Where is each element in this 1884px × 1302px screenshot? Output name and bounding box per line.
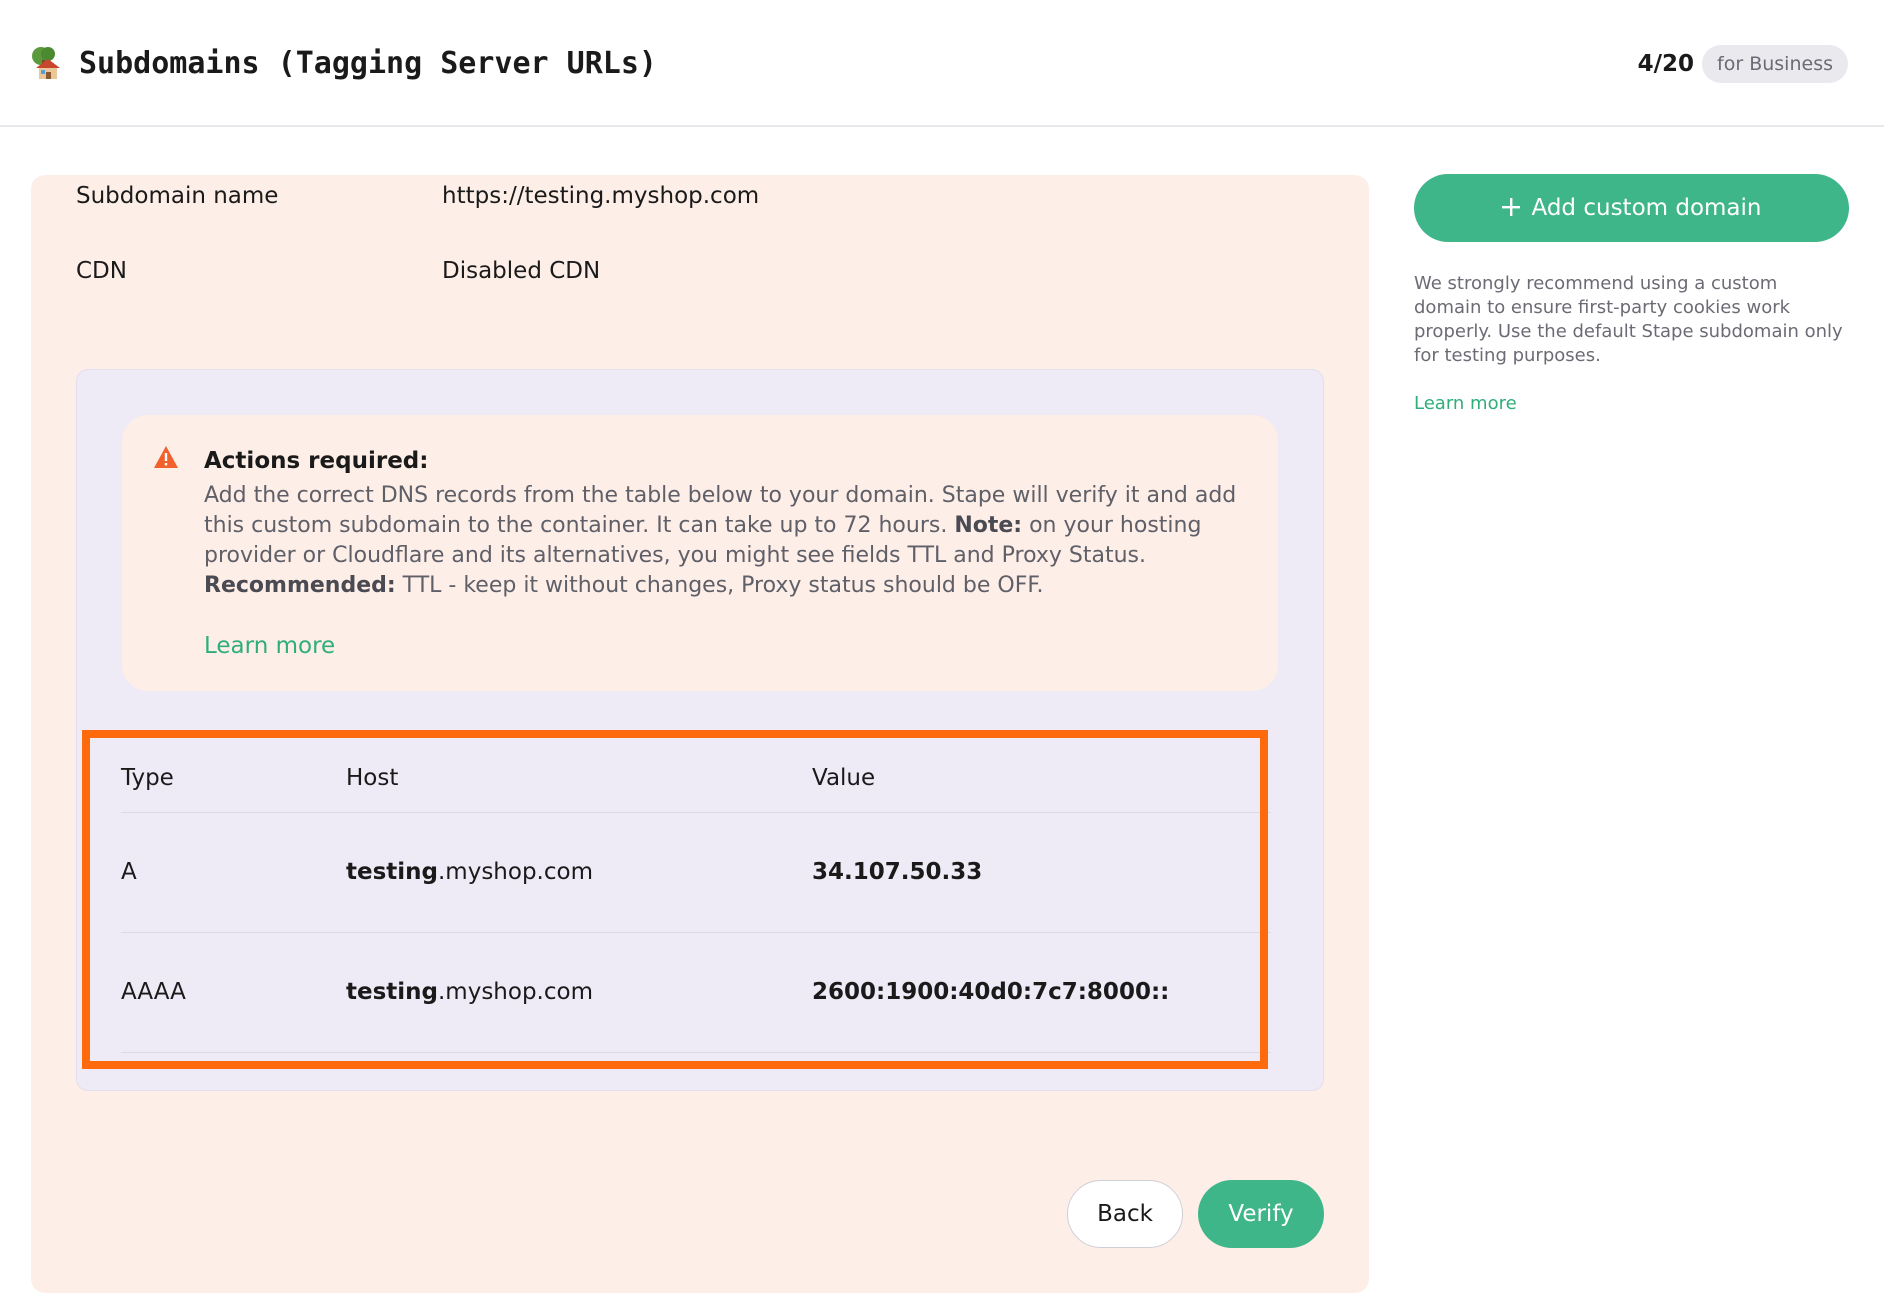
alert-text-part3: TTL - keep it without changes, Proxy sta…	[395, 573, 1044, 598]
page: Subdomains (Tagging Server URLs) 4/20 fo…	[0, 0, 1884, 1302]
cdn-label: CDN	[76, 258, 127, 284]
alert-title: Actions required:	[204, 448, 429, 474]
cdn-value: Disabled CDN	[442, 258, 601, 284]
subdomain-name-value: https://testing.myshop.com	[442, 183, 760, 209]
dns-table-highlight-frame	[82, 730, 1268, 1069]
warning-icon	[154, 446, 178, 468]
add-custom-domain-label: Add custom domain	[1531, 195, 1762, 221]
subdomain-details-card: Subdomain name https://testing.myshop.co…	[31, 175, 1369, 1293]
back-button[interactable]: Back	[1067, 1180, 1183, 1248]
alert-recommended-label: Recommended:	[204, 573, 396, 598]
plus-icon	[1501, 198, 1520, 216]
sidebar-learn-more-link[interactable]: Learn more	[1414, 392, 1517, 416]
alert-note-label: Note:	[954, 513, 1023, 538]
subdomain-name-label: Subdomain name	[76, 183, 279, 209]
page-title: Subdomains (Tagging Server URLs)	[79, 46, 657, 81]
alert-learn-more-link[interactable]: Learn more	[204, 630, 335, 662]
actions-required-alert: Actions required: Add the correct DNS re…	[122, 415, 1278, 691]
add-custom-domain-button[interactable]: Add custom domain	[1414, 174, 1849, 242]
page-header: Subdomains (Tagging Server URLs) 4/20 fo…	[0, 0, 1884, 127]
verify-button[interactable]: Verify	[1198, 1180, 1324, 1248]
subdomain-usage-count: 4/20	[1637, 51, 1694, 77]
custom-domain-recommendation: We strongly recommend using a custom dom…	[1414, 273, 1843, 366]
house-tree-icon	[32, 47, 60, 79]
alert-description: Add the correct DNS records from the tab…	[204, 481, 1249, 601]
plan-badge: for Business	[1702, 45, 1848, 83]
dns-records-panel: Actions required: Add the correct DNS re…	[76, 369, 1324, 1091]
